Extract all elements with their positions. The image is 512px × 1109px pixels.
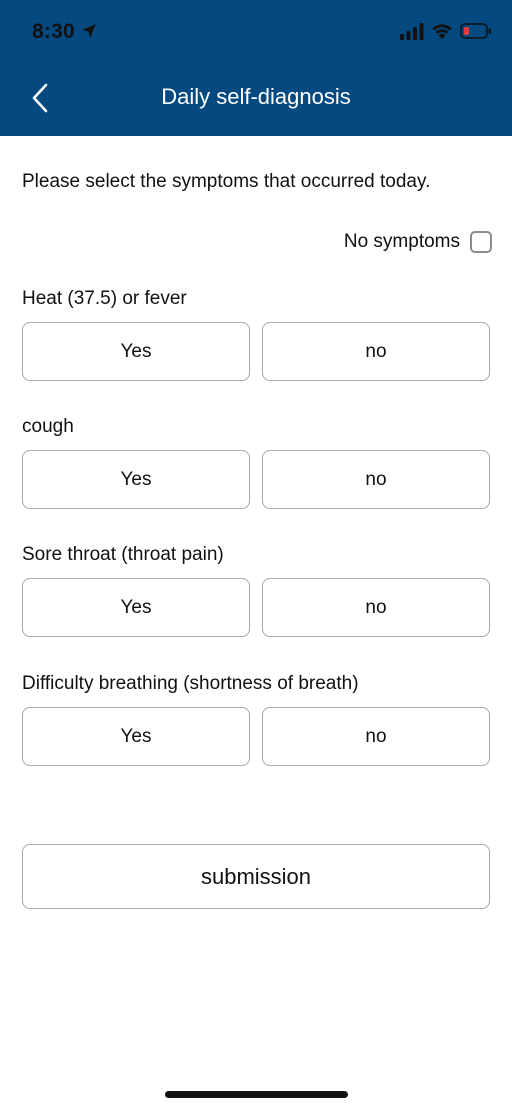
cough-yes-button[interactable]: Yes xyxy=(22,450,250,509)
breathing-yes-button[interactable]: Yes xyxy=(22,707,250,766)
sore-throat-yes-button[interactable]: Yes xyxy=(22,578,250,637)
location-arrow-icon xyxy=(82,24,96,38)
fever-no-button[interactable]: no xyxy=(262,322,490,381)
no-symptoms-option[interactable]: No symptoms xyxy=(344,231,492,253)
status-bar: 8:30 xyxy=(0,0,512,62)
navigation-bar: Daily self-diagnosis xyxy=(0,62,512,136)
cellular-signal-icon xyxy=(400,23,424,40)
breathing-no-button[interactable]: no xyxy=(262,707,490,766)
fever-yes-button[interactable]: Yes xyxy=(22,322,250,381)
question-label: Heat (37.5) or fever xyxy=(22,288,187,309)
home-indicator[interactable] xyxy=(165,1091,348,1098)
question-label: cough xyxy=(22,416,74,437)
instruction-text: Please select the symptoms that occurred… xyxy=(22,171,431,192)
battery-low-icon xyxy=(460,23,491,39)
question-label: Difficulty breathing (shortness of breat… xyxy=(22,673,359,694)
submit-button[interactable]: submission xyxy=(22,844,490,909)
cough-no-button[interactable]: no xyxy=(262,450,490,509)
status-time: 8:30 xyxy=(32,20,75,43)
no-symptoms-label: No symptoms xyxy=(343,231,460,252)
page-title: Daily self-diagnosis xyxy=(161,84,351,109)
sore-throat-no-button[interactable]: no xyxy=(262,578,490,637)
question-label: Sore throat (throat pain) xyxy=(22,544,224,565)
app-header: 8:30 Daily self-diagnosis xyxy=(0,0,512,136)
no-symptoms-checkbox[interactable] xyxy=(470,231,492,253)
wifi-icon xyxy=(432,24,452,39)
